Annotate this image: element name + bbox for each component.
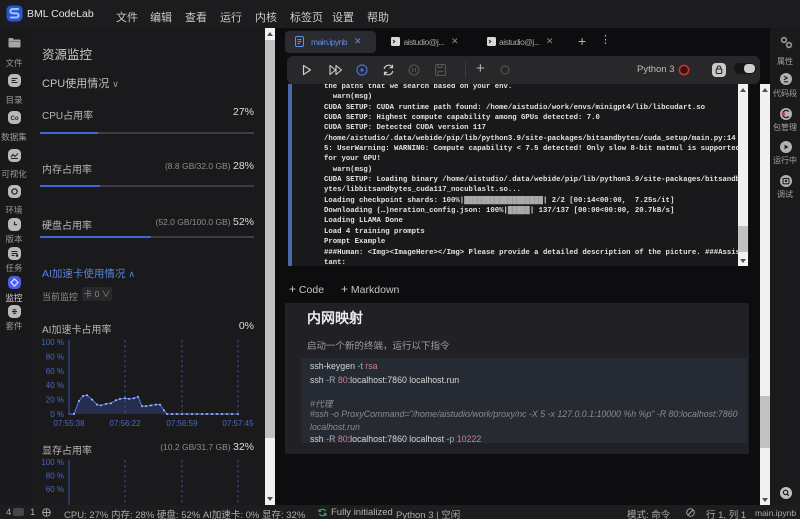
svg-text:100 %: 100 % [41, 338, 64, 347]
svg-text:07:55:38: 07:55:38 [53, 419, 85, 428]
svg-text:60 %: 60 % [46, 367, 64, 376]
svg-text:20 %: 20 % [46, 396, 64, 405]
svg-text:Co: Co [11, 116, 19, 122]
svg-text:80 %: 80 % [46, 352, 64, 361]
svg-text:60 %: 60 % [46, 485, 64, 494]
svg-text:40 %: 40 % [46, 381, 64, 390]
svg-text:0 %: 0 % [50, 410, 64, 419]
svg-text:80 %: 80 % [46, 472, 64, 481]
svg-text:100 %: 100 % [41, 458, 64, 467]
svg-text:07:56:59: 07:56:59 [166, 419, 198, 428]
svg-text:07:57:45: 07:57:45 [222, 419, 254, 428]
svg-text:07:56:22: 07:56:22 [109, 419, 141, 428]
